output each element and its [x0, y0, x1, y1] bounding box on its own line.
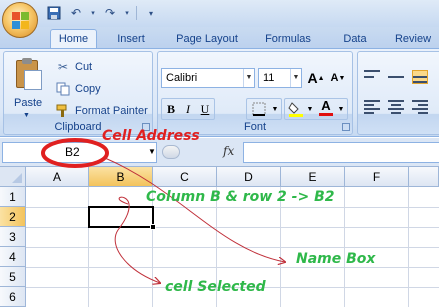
office-logo-icon [12, 12, 29, 29]
annotation-cell-selected: cell Selected [165, 279, 266, 295]
annotation-column-row: Column B & row 2 -> B2 [146, 189, 335, 205]
annotation-name-box: Name Box [296, 251, 376, 267]
annotation-cell-address: Cell Address [102, 128, 200, 144]
cell-selected-arrow [114, 196, 160, 283]
name-box-arrow [104, 157, 285, 262]
name-box-highlight-ellipse [41, 138, 109, 168]
office-button[interactable] [2, 2, 38, 38]
